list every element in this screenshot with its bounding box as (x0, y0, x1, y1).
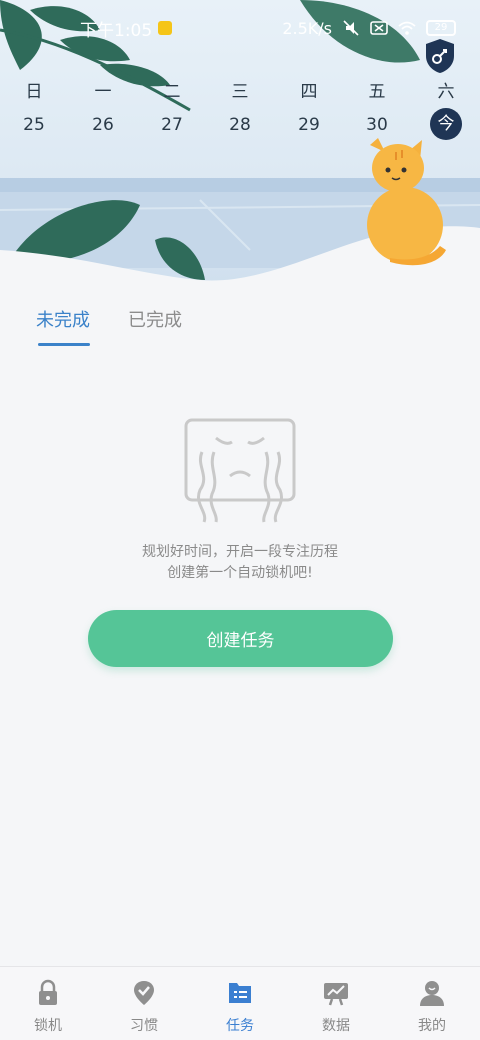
day-column-sun[interactable]: 日 25 (14, 80, 54, 142)
empty-message-line2: 创建第一个自动锁机吧! (167, 565, 313, 581)
nav-label-data: 数据 (322, 1018, 350, 1034)
weekday-label: 二 (163, 82, 181, 102)
day-column-mon[interactable]: 一 26 (83, 80, 123, 142)
day-column-thu[interactable]: 四 29 (289, 80, 329, 142)
nav-label-lock: 锁机 (34, 1018, 62, 1034)
nav-item-habit[interactable]: 习惯 (96, 967, 192, 1040)
day-column-fri[interactable]: 五 30 (357, 80, 397, 142)
wifi-icon (398, 21, 416, 35)
nav-label-habit: 习惯 (130, 1018, 158, 1034)
today-badge: 今 (430, 108, 462, 140)
sim-off-icon (370, 21, 388, 35)
day-column-sat[interactable]: 六 今 (426, 80, 466, 140)
empty-crying-face-illustration (184, 418, 296, 523)
tab-incomplete[interactable]: 未完成 (36, 306, 90, 346)
create-task-button[interactable]: 创建任务 (88, 610, 393, 667)
day-column-tue[interactable]: 二 27 (152, 80, 192, 142)
weekday-label: 一 (94, 82, 112, 102)
nav-item-lock[interactable]: 锁机 (0, 967, 96, 1040)
weekday-label: 四 (300, 82, 318, 102)
date-number: 29 (298, 115, 320, 135)
profile-icon (420, 981, 444, 1006)
notification-app-icon (158, 21, 173, 35)
shield-key-icon[interactable] (424, 38, 456, 74)
tab-completed[interactable]: 已完成 (128, 306, 182, 346)
nav-label-task: 任务 (226, 1018, 254, 1034)
nav-item-profile[interactable]: 我的 (384, 967, 480, 1040)
mute-icon (343, 20, 359, 36)
status-bar: 下午1:05 2.5K/s 29 (0, 0, 480, 56)
nav-item-data[interactable]: 数据 (288, 967, 384, 1040)
date-number: 28 (229, 115, 251, 135)
location-check-icon (134, 981, 154, 1005)
weekday-label: 五 (368, 82, 386, 102)
battery-indicator: 29 (426, 20, 456, 36)
weekday-label: 日 (25, 82, 43, 102)
network-speed: 2.5K/s (282, 18, 332, 38)
nav-item-task[interactable]: 任务 (192, 967, 288, 1040)
date-number: 30 (366, 115, 388, 135)
weekday-label: 六 (437, 82, 455, 102)
status-time: 下午1:05 (80, 20, 153, 41)
date-number: 25 (23, 115, 45, 135)
task-list-icon (229, 983, 251, 1003)
chart-board-icon (324, 983, 348, 1006)
task-status-tabs: 未完成 已完成 (36, 306, 182, 346)
date-number: 27 (161, 115, 183, 135)
lock-icon (39, 979, 57, 1005)
date-number: 26 (92, 115, 114, 135)
empty-message-line1: 规划好时间，开启一段专注历程 (142, 544, 338, 560)
nav-label-profile: 我的 (418, 1018, 446, 1034)
cat-illustration (367, 138, 446, 266)
day-column-wed[interactable]: 三 28 (220, 80, 260, 142)
bottom-navigation: 锁机 习惯 任务 数据 我的 (0, 966, 480, 1040)
weekday-label: 三 (231, 82, 249, 102)
